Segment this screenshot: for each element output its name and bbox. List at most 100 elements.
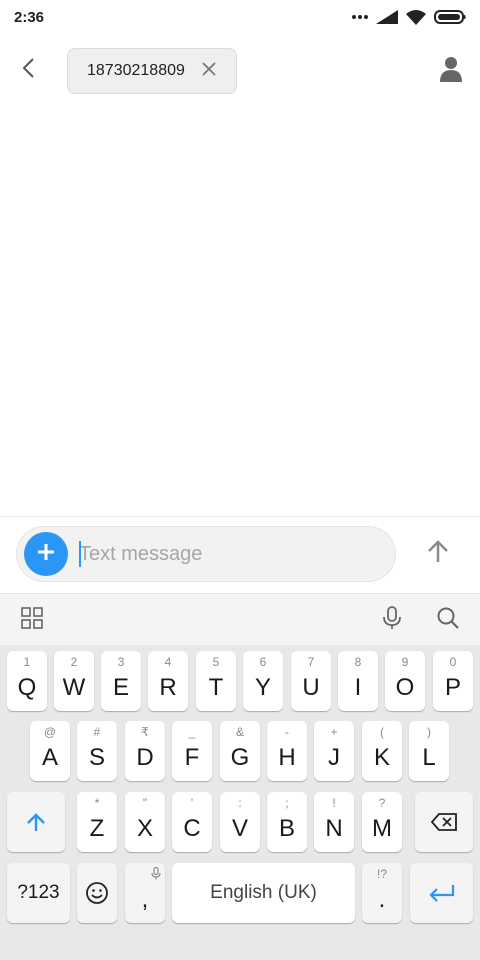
key-label: R — [159, 674, 177, 701]
key-g[interactable]: & G — [220, 721, 260, 781]
key-v[interactable]: :V — [220, 792, 260, 852]
key-label: P — [444, 674, 461, 701]
add-contact-button[interactable] — [434, 54, 468, 88]
symbols-key[interactable]: ?123 — [7, 863, 70, 923]
key-label: J — [328, 744, 340, 771]
key-y[interactable]: 6Y — [243, 651, 283, 711]
key-hint: 2 — [70, 655, 78, 669]
key-label: I — [354, 674, 362, 701]
key-w[interactable]: 2W — [54, 651, 94, 711]
send-button[interactable] — [420, 535, 456, 571]
key-n[interactable]: ! N — [314, 792, 354, 852]
key-r[interactable]: 4R — [148, 651, 188, 711]
microphone-icon — [151, 866, 161, 885]
key-label: O — [395, 674, 415, 701]
key-hint: ! — [332, 796, 336, 810]
key-label: L — [422, 744, 436, 771]
key-j[interactable]: + J — [314, 721, 354, 781]
symbols-label: ?123 — [17, 882, 60, 903]
voice-input-button[interactable] — [378, 605, 406, 634]
key-hint: 1 — [23, 655, 31, 669]
close-icon — [202, 61, 216, 81]
key-hint: 5 — [212, 655, 220, 669]
space-key[interactable]: English (UK) — [172, 863, 355, 923]
keyboard: 1Q 2W 3E 4R 5T 6Y 7U 8I 9O 0P @ A # S ₹ D _… — [0, 645, 480, 960]
message-input[interactable] — [79, 535, 379, 573]
add-attachment-button[interactable] — [24, 532, 68, 576]
keyboard-toolbar — [0, 593, 480, 645]
search-icon — [436, 606, 460, 635]
key-x[interactable]: " X — [125, 792, 165, 852]
key-label: D — [136, 744, 154, 771]
key-hint: & — [235, 725, 244, 739]
key-hint: + — [330, 725, 338, 739]
key-hint: 6 — [259, 655, 267, 669]
key-z[interactable]: * Z — [77, 792, 117, 852]
key-s[interactable]: # S — [77, 721, 117, 781]
person-icon — [440, 56, 462, 87]
key-label: C — [183, 815, 201, 842]
key-label: G — [230, 744, 250, 771]
apps-grid-button[interactable] — [18, 606, 46, 634]
emoji-key[interactable] — [77, 863, 117, 923]
key-m[interactable]: ? M — [362, 792, 402, 852]
key-p[interactable]: 0P — [433, 651, 473, 711]
period-key[interactable]: !? . — [362, 863, 402, 923]
keyboard-search-button[interactable] — [434, 606, 462, 634]
key-label: A — [41, 744, 58, 771]
key-label: , — [141, 886, 149, 913]
key-b[interactable]: ; B — [267, 792, 307, 852]
key-label: W — [62, 674, 86, 701]
key-f[interactable]: _ F — [172, 721, 212, 781]
key-hint: 9 — [401, 655, 409, 669]
key-i[interactable]: 8I — [338, 651, 378, 711]
backspace-icon — [415, 792, 473, 852]
enter-key[interactable] — [410, 863, 473, 923]
key-a[interactable]: @ A — [30, 721, 70, 781]
key-l[interactable]: ) L — [409, 721, 449, 781]
send-arrow-icon — [427, 539, 449, 568]
status-time: 2:36 — [14, 8, 45, 26]
recipient-chip[interactable]: 18730218809 — [67, 48, 237, 94]
status-bar: 2:36 — [0, 0, 480, 34]
shift-key[interactable] — [7, 792, 65, 852]
key-hint: ) — [427, 725, 431, 739]
comma-key[interactable]: , — [125, 863, 165, 923]
shift-arrow-icon — [7, 792, 65, 852]
wifi-icon — [406, 9, 426, 25]
key-hint: ( — [380, 725, 384, 739]
key-d[interactable]: ₹ D — [125, 721, 165, 781]
key-h[interactable]: -H — [267, 721, 307, 781]
more-dots-icon — [352, 14, 368, 20]
recipient-number: 18730218809 — [87, 62, 185, 79]
back-button[interactable] — [12, 54, 44, 86]
key-hint: 4 — [164, 655, 172, 669]
key-hint: - — [285, 725, 289, 739]
key-hint: 8 — [354, 655, 362, 669]
backspace-key[interactable] — [415, 792, 473, 852]
text-cursor — [79, 541, 81, 567]
key-hint: ? — [378, 796, 386, 810]
key-hint: * — [94, 796, 100, 810]
key-k[interactable]: (K — [362, 721, 402, 781]
key-label: . — [378, 886, 386, 913]
key-q[interactable]: 1Q — [7, 651, 47, 711]
space-label: English (UK) — [210, 882, 317, 903]
key-hint: ' — [190, 796, 194, 810]
back-arrow-icon — [21, 57, 35, 84]
key-u[interactable]: 7U — [291, 651, 331, 711]
key-label: V — [231, 815, 248, 842]
key-e[interactable]: 3E — [101, 651, 141, 711]
key-hint: ₹ — [141, 725, 149, 739]
remove-recipient-button[interactable] — [200, 61, 218, 81]
key-t[interactable]: 5T — [196, 651, 236, 711]
key-hint: _ — [188, 725, 196, 739]
key-o[interactable]: 9O — [385, 651, 425, 711]
key-label: Y — [254, 674, 271, 701]
key-hint: 7 — [307, 655, 315, 669]
key-hint: !? — [376, 867, 387, 881]
key-c[interactable]: ' C — [172, 792, 212, 852]
key-label: Q — [17, 674, 37, 701]
app-header: 18730218809 — [0, 40, 480, 102]
key-label: E — [112, 674, 129, 701]
